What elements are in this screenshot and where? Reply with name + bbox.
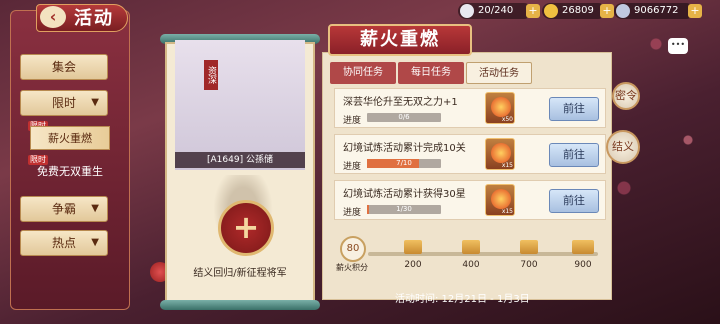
task-title: 幻境试炼活动累计完成10关 [343, 143, 466, 154]
reward-count: x15 [501, 208, 513, 215]
task-progress-bar: 7/10 [367, 159, 441, 168]
progress-label: 进度 [343, 116, 362, 126]
flame-icon [491, 189, 511, 209]
milestone-label: 400 [462, 260, 480, 270]
milestone-label: 200 [404, 260, 422, 270]
task-row: 深芸华伦升至无双之力+1 进度 0/6 x50 前往 [334, 88, 606, 128]
scroll-rod-bottom [160, 300, 320, 310]
chevron-down-icon: ▼ [91, 97, 99, 108]
page-title: 活动 [74, 8, 114, 29]
reward-item[interactable]: x15 [485, 138, 515, 170]
reward-count: x50 [501, 116, 513, 123]
character-tag: 资深 [204, 60, 218, 90]
brotherhood-button[interactable]: 结义 [606, 130, 640, 164]
add-silver-button[interactable]: + [688, 4, 702, 18]
silver-counter[interactable]: 9066772 + [614, 3, 702, 19]
task-progress-text: 7/10 [396, 159, 412, 167]
chat-icon[interactable]: ••• [668, 38, 688, 54]
task-progress-bar: 1/30 [367, 205, 441, 214]
task-title: 幻境试炼活动累计获得30星 [343, 189, 466, 200]
go-button[interactable]: 前往 [549, 189, 599, 213]
sidebar-item-contest[interactable]: 争霸 ▼ [20, 196, 108, 222]
go-button[interactable]: 前往 [549, 143, 599, 167]
chest-icon[interactable] [572, 240, 594, 254]
points-track-line [368, 252, 598, 256]
sidebar-item-limited[interactable]: 限时 ▼ [20, 90, 108, 116]
event-time: 活动时间: 12月21日 - 1月3日 [395, 294, 530, 305]
progress-label: 进度 [343, 208, 362, 218]
milestone-label: 700 [520, 260, 538, 270]
go-button[interactable]: 前往 [549, 97, 599, 121]
tab-coop-tasks[interactable]: 协同任务 [330, 62, 396, 84]
character-portrait[interactable] [175, 40, 305, 170]
reward-item[interactable]: x15 [485, 184, 515, 216]
silver-icon [616, 4, 630, 18]
scroll-caption: 结义回归/新征程将军 [193, 268, 287, 279]
chest-icon[interactable] [520, 240, 538, 254]
sidebar-item-gathering[interactable]: 集会 [20, 54, 108, 80]
add-stamina-button[interactable]: + [526, 4, 540, 18]
task-progress-text: 1/30 [396, 205, 412, 213]
add-gold-button[interactable]: + [600, 4, 614, 18]
task-row: 幻境试炼活动累计完成10关 进度 7/10 x15 前往 [334, 134, 606, 174]
task-progress-text: 0/6 [398, 113, 410, 121]
reward-count: x15 [501, 162, 513, 169]
flame-icon [491, 143, 511, 163]
chevron-down-icon: ▼ [91, 237, 99, 248]
back-icon[interactable]: ‹ [40, 6, 66, 28]
task-progress-bar: 0/6 [367, 113, 441, 122]
secret-order-button[interactable]: 密令 [612, 82, 640, 110]
sidebar-item-hot[interactable]: 热点 ▼ [20, 230, 108, 256]
chest-icon[interactable] [462, 240, 480, 254]
points-value: 80 [340, 236, 366, 262]
add-character-button[interactable]: + [218, 200, 274, 256]
progress-label: 进度 [343, 162, 362, 172]
chevron-down-icon: ▼ [91, 203, 99, 214]
gold-icon [544, 4, 558, 18]
task-title: 深芸华伦升至无双之力+1 [343, 97, 458, 108]
task-row: 幻境试炼活动累计获得30星 进度 1/30 x15 前往 [334, 180, 606, 220]
chest-icon[interactable] [404, 240, 422, 254]
event-title: 薪火重燃 [328, 24, 472, 56]
points-label: 薪火积分 [336, 263, 368, 272]
tab-event-tasks[interactable]: 活动任务 [466, 62, 532, 84]
stamina-counter[interactable]: 20/240 + [458, 3, 540, 19]
milestone-label: 900 [574, 260, 592, 270]
gold-counter[interactable]: 26809 + [542, 3, 614, 19]
sidebar-item-rekindle[interactable]: 薪火重燃 [30, 126, 110, 150]
flame-icon [491, 97, 511, 117]
sidebar-item-free-rebirth[interactable]: 免费无双重生 [30, 160, 110, 184]
stamina-icon [460, 4, 474, 18]
reward-item[interactable]: x50 [485, 92, 515, 124]
character-name: [A1649] 公孫储 [175, 152, 305, 168]
tab-daily-tasks[interactable]: 每日任务 [398, 62, 464, 84]
